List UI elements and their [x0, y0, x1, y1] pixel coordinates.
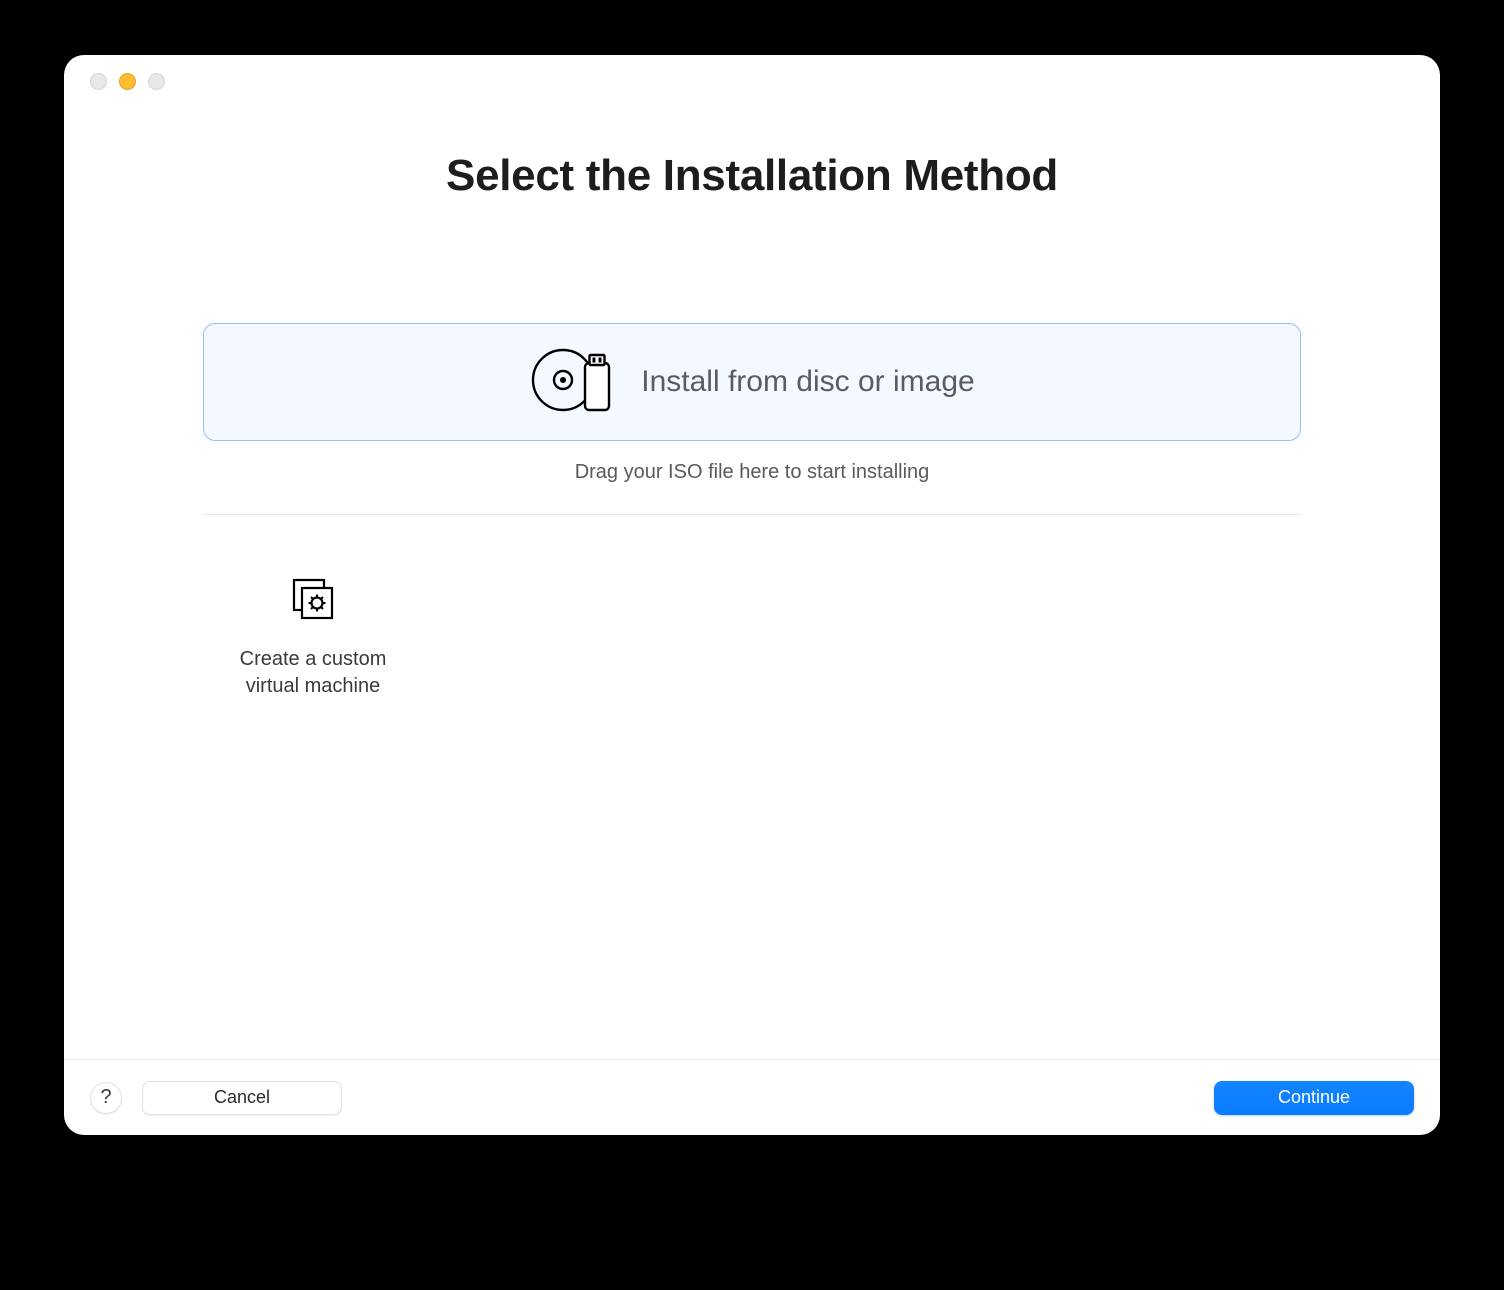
disc-usb-icon	[529, 345, 619, 420]
secondary-options-row: Create a custom virtual machine	[203, 573, 1301, 700]
page-title: Select the Installation Method	[134, 151, 1370, 201]
help-button[interactable]: ?	[90, 1082, 122, 1114]
continue-button[interactable]: Continue	[1214, 1081, 1414, 1115]
create-custom-vm-option[interactable]: Create a custom virtual machine	[203, 573, 423, 700]
content-area: Select the Installation Method Install f…	[64, 107, 1440, 1059]
install-from-disc-option[interactable]: Install from disc or image	[203, 323, 1301, 441]
custom-vm-icon	[287, 573, 339, 630]
cancel-button[interactable]: Cancel	[142, 1081, 342, 1115]
divider	[203, 514, 1301, 515]
minimize-window-button[interactable]	[119, 73, 136, 90]
footer: ? Cancel Continue	[64, 1059, 1440, 1135]
close-window-button[interactable]	[90, 73, 107, 90]
installer-window: Select the Installation Method Install f…	[64, 55, 1440, 1135]
zoom-window-button[interactable]	[148, 73, 165, 90]
create-custom-vm-label: Create a custom virtual machine	[240, 646, 387, 700]
titlebar	[64, 55, 1440, 107]
drag-hint-text: Drag your ISO file here to start install…	[134, 461, 1370, 484]
help-icon: ?	[100, 1086, 111, 1109]
install-from-disc-label: Install from disc or image	[641, 365, 974, 399]
